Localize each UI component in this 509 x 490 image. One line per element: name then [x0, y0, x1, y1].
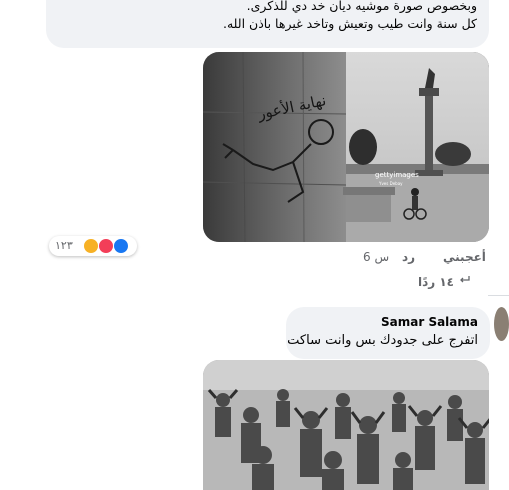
comment-photo-2[interactable]	[203, 360, 489, 490]
comment-photo[interactable]: نهاية الأعور gettyimages Yves Debay	[203, 52, 489, 242]
getty-watermark: gettyimages	[375, 171, 419, 179]
avatar[interactable]	[494, 307, 509, 341]
comment-timestamp[interactable]: 6 س	[363, 250, 389, 264]
historic-photo-graffiti: نهاية الأعور gettyimages Yves Debay	[203, 52, 489, 242]
reactions-summary[interactable]: ١٢٣	[49, 236, 137, 256]
like-action[interactable]: أعجبني	[443, 250, 486, 264]
comment-text-line-2: كل سنة وانت طيب وتعيش وتاخد غيرها باذن ا…	[222, 16, 477, 31]
comment-text: اتفرج على جدودك بس وانت ساكت	[287, 333, 478, 348]
comment-bubble: وبخصوص صورة موشيه ديان خد دي للذكرى. كل …	[46, 0, 489, 48]
reactions-count: ١٢٣	[55, 239, 73, 252]
haha-reaction-icon	[83, 238, 99, 254]
like-reaction-icon	[113, 238, 129, 254]
comment-text-line-1: وبخصوص صورة موشيه ديان خد دي للذكرى.	[246, 0, 477, 13]
reply-arrow-icon	[460, 276, 470, 283]
comment-author[interactable]: Samar Salama	[381, 315, 478, 329]
comment-bubble-2: Samar Salama اتفرج على جدودك بس وانت ساك…	[286, 307, 490, 359]
view-replies-link[interactable]: ١٤ ردًا	[418, 275, 454, 289]
reply-action[interactable]: رد	[402, 250, 415, 264]
love-reaction-icon	[98, 238, 114, 254]
historic-photo-prisoners	[203, 360, 489, 490]
getty-credit: Yves Debay	[378, 181, 403, 186]
divider	[488, 295, 509, 296]
